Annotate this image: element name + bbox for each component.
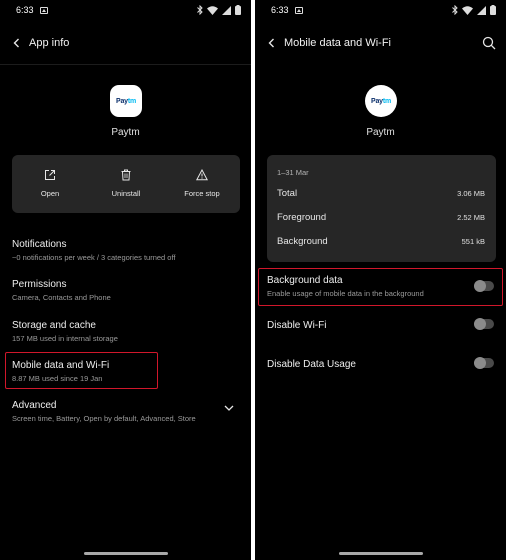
data-usage-card: 1–31 Mar Total 3.06 MB Foreground 2.52 M… [267, 155, 496, 262]
item-title: Mobile data and Wi-Fi [12, 360, 110, 371]
usage-label: Total [277, 188, 298, 199]
status-time: 6:33 [16, 5, 34, 15]
battery-icon [490, 5, 496, 15]
uninstall-label: Uninstall [111, 189, 141, 198]
status-bar: 6:33 [0, 0, 251, 22]
usage-value: 551 kB [461, 237, 485, 246]
bluetooth-icon [452, 5, 458, 15]
permissions-item[interactable]: Permissions Camera, Contacts and Phone [12, 278, 239, 303]
paytm-app-icon: Paytm [365, 85, 397, 117]
app-name: Paytm [111, 127, 140, 138]
usage-label: Foreground [277, 212, 327, 223]
gesture-nav-bar[interactable] [338, 552, 423, 555]
item-subtitle: Camera, Contacts and Phone [12, 293, 111, 302]
item-subtitle: 157 MB used in internal storage [12, 334, 118, 343]
item-title: Notifications [12, 239, 67, 250]
open-button[interactable]: Open [12, 155, 88, 213]
app-info-screen: 6:33 App info Paytm Paytm Open Uninstall… [0, 0, 251, 560]
gallery-notification-icon [295, 7, 303, 14]
usage-period: 1–31 Mar [277, 168, 309, 177]
paytm-logo: Paytm [370, 97, 391, 105]
app-bar: App info [0, 30, 251, 58]
back-arrow-icon[interactable] [265, 36, 279, 50]
usage-row-foreground: Foreground 2.52 MB [277, 212, 485, 223]
notifications-item[interactable]: Notifications ~0 notifications per week … [12, 238, 239, 263]
usage-value: 3.06 MB [457, 189, 485, 198]
paytm-logo: Paytm [115, 97, 136, 105]
toggle-knob [474, 280, 486, 292]
status-time: 6:33 [271, 5, 289, 15]
toggle-knob [474, 318, 486, 330]
disable-data-usage-toggle[interactable] [474, 357, 494, 369]
usage-row-total: Total 3.06 MB [277, 188, 485, 199]
item-title: Permissions [12, 279, 67, 290]
item-title: Background data [267, 275, 343, 286]
mobile-data-screen: 6:33 Mobile data and Wi-Fi Paytm Paytm 1… [255, 0, 506, 560]
background-data-item[interactable]: Background data Enable usage of mobile d… [267, 274, 494, 299]
page-title: App info [29, 37, 70, 49]
item-subtitle: Enable usage of mobile data in the backg… [267, 289, 424, 298]
app-name: Paytm [366, 127, 395, 138]
item-title: Disable Wi-Fi [267, 320, 327, 331]
item-subtitle: ~0 notifications per week / 3 categories… [12, 253, 176, 262]
chevron-down-icon[interactable] [224, 404, 234, 412]
gesture-nav-bar[interactable] [83, 552, 168, 555]
toggle-knob [474, 357, 486, 369]
usage-row-background: Background 551 kB [277, 236, 485, 247]
advanced-item[interactable]: Advanced Screen time, Battery, Open by d… [12, 399, 239, 424]
cellular-signal-icon [222, 5, 231, 15]
item-title: Disable Data Usage [267, 359, 356, 370]
usage-label: Background [277, 236, 328, 247]
status-icons [197, 5, 241, 15]
uninstall-button[interactable]: Uninstall [88, 155, 164, 213]
search-icon[interactable] [481, 35, 497, 51]
bluetooth-icon [197, 5, 203, 15]
open-label: Open [40, 189, 60, 198]
disable-wifi-item[interactable]: Disable Wi-Fi [267, 319, 494, 332]
force-stop-button[interactable]: Force stop [164, 155, 240, 213]
gallery-notification-icon [40, 7, 48, 14]
app-bar: Mobile data and Wi-Fi [255, 30, 506, 58]
disable-data-usage-item[interactable]: Disable Data Usage [267, 358, 494, 371]
trash-icon [121, 169, 131, 181]
page-title: Mobile data and Wi-Fi [284, 37, 391, 49]
mobile-data-wifi-item[interactable]: Mobile data and Wi-Fi 8.87 MB used since… [12, 359, 239, 384]
wifi-icon [207, 5, 218, 15]
item-subtitle: 8.87 MB used since 19 Jan [12, 374, 103, 383]
battery-icon [235, 5, 241, 15]
back-arrow-icon[interactable] [10, 36, 24, 50]
warning-icon [196, 169, 208, 181]
open-external-icon [45, 170, 55, 180]
item-subtitle: Screen time, Battery, Open by default, A… [12, 414, 196, 423]
usage-value: 2.52 MB [457, 213, 485, 222]
background-data-toggle[interactable] [474, 280, 494, 292]
cellular-signal-icon [477, 5, 486, 15]
app-bar-divider [0, 64, 251, 65]
force-stop-label: Force stop [184, 189, 220, 198]
storage-cache-item[interactable]: Storage and cache 157 MB used in interna… [12, 319, 239, 344]
item-title: Advanced [12, 400, 57, 411]
item-title: Storage and cache [12, 320, 96, 331]
wifi-icon [462, 5, 473, 15]
status-icons [452, 5, 496, 15]
status-bar: 6:33 [255, 0, 506, 22]
app-actions-card: Open Uninstall Force stop [12, 155, 240, 213]
paytm-app-icon: Paytm [110, 85, 142, 117]
disable-wifi-toggle[interactable] [474, 318, 494, 330]
